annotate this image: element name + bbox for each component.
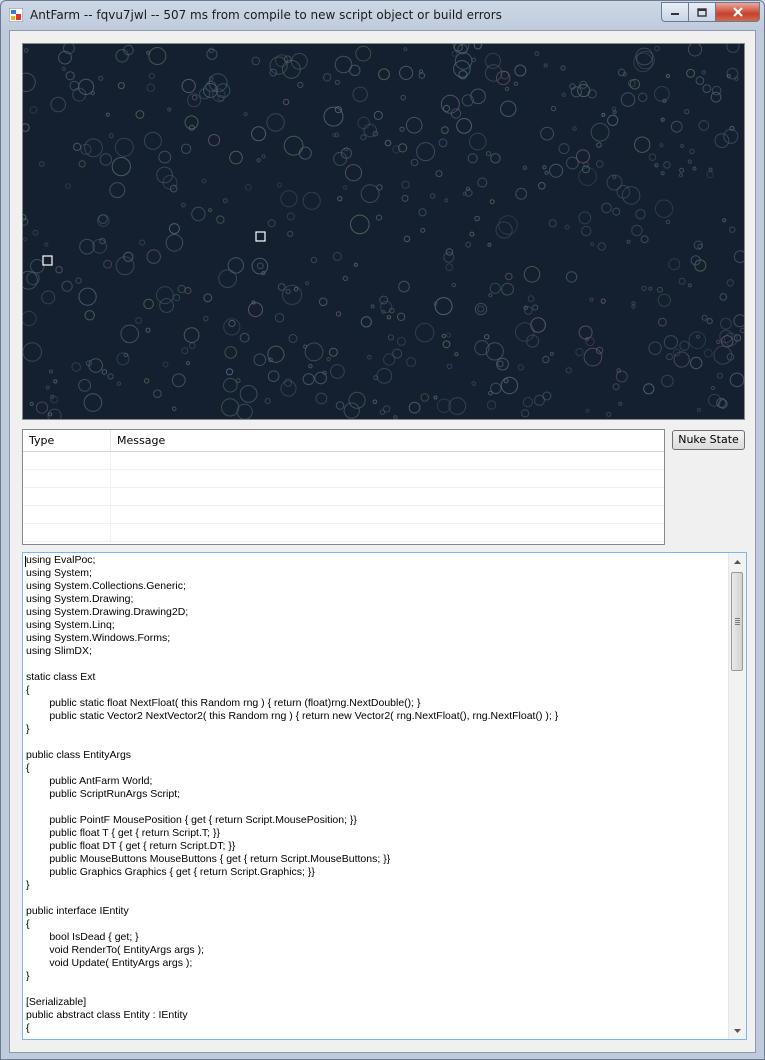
table-row [23,488,664,506]
close-icon [732,7,743,17]
maximize-icon [697,7,707,17]
close-button[interactable] [715,2,760,22]
nuke-state-button[interactable]: Nuke State [672,430,745,450]
code-editor[interactable]: using EvalPoc; using System; using Syste… [22,552,747,1040]
column-header-message[interactable]: Message [111,430,664,451]
caption-buttons [661,2,760,22]
window-title: AntFarm -- fqvu7jwl -- 507 ms from compi… [30,8,502,22]
table-row [23,524,664,542]
arrow-up-icon [734,559,741,564]
column-header-type[interactable]: Type [23,430,111,451]
code-text: using EvalPoc; using System; using Syste… [26,554,559,1034]
minimize-button[interactable] [661,2,688,22]
messages-grid[interactable]: Type Message [22,429,665,545]
table-row [23,506,664,524]
maximize-button[interactable] [688,2,715,22]
scroll-thumb[interactable] [731,572,743,671]
title-bar[interactable]: AntFarm -- fqvu7jwl -- 507 ms from compi… [1,1,764,30]
table-row [23,470,664,488]
simulation-canvas[interactable] [22,43,745,420]
app-icon [9,8,23,22]
app-window: AntFarm -- fqvu7jwl -- 507 ms from compi… [0,0,765,1060]
table-row [23,452,664,470]
client-area: Type Message Nuke State using EvalPoc; u… [9,30,756,1053]
arrow-down-icon [734,1028,741,1033]
vertical-scrollbar[interactable] [728,553,746,1039]
simulation-render [23,44,744,419]
scroll-up-button[interactable] [729,553,746,570]
scroll-down-button[interactable] [729,1022,746,1039]
minimize-icon [671,13,679,15]
grid-header: Type Message [23,430,664,452]
